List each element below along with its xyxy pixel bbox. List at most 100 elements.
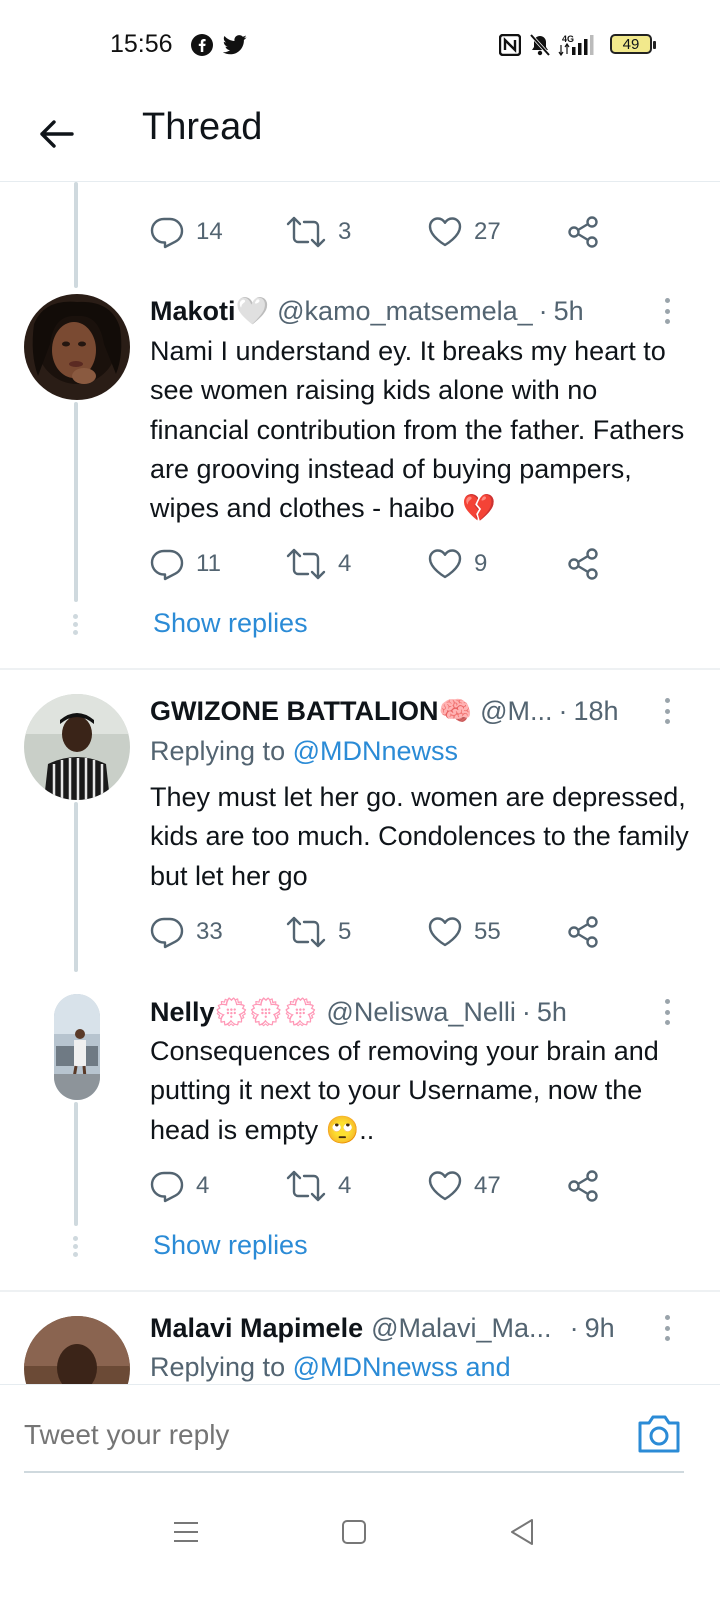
retweet-count: 3 (338, 218, 352, 245)
home-button[interactable] (334, 1512, 374, 1552)
retweet-count: 4 (338, 1172, 352, 1199)
thread-gap-dots (73, 614, 79, 636)
thread-connector (74, 182, 78, 288)
retweet-count: 4 (338, 550, 352, 577)
tweet-text: They must let her go. women are depresse… (150, 782, 689, 891)
reply-input[interactable] (24, 1415, 584, 1455)
tweet-header: Malavi Mapimele @Malavi_Ma... · 9h (150, 1310, 615, 1346)
status-time: 15:56 (110, 30, 173, 58)
separator: · (538, 295, 548, 326)
display-name[interactable]: Nelly (150, 997, 215, 1028)
like-count: 27 (474, 218, 501, 245)
avatar-malavi[interactable] (24, 1316, 130, 1384)
heart-icon (428, 1171, 462, 1201)
separator: · (569, 1312, 579, 1343)
share-button[interactable] (566, 212, 600, 252)
reply-count: 14 (196, 218, 223, 245)
user-handle[interactable]: @Neliswa_Nelli (326, 997, 515, 1028)
reply-icon (150, 217, 184, 249)
mention-link[interactable]: @MDNnewss (293, 736, 458, 766)
like-count: 47 (474, 1172, 501, 1199)
tweet-time: 9h (584, 1312, 615, 1343)
retweet-button[interactable]: 4 (286, 1166, 351, 1206)
retweet-count: 5 (338, 918, 352, 945)
facebook-icon (190, 32, 214, 58)
name-emoji: 🤍 (235, 296, 270, 326)
heart-icon (428, 549, 462, 579)
display-name[interactable]: Makoti (150, 296, 236, 327)
tweet-header: GWIZONE BATTALION 🧠 @M... · 18h (150, 693, 619, 729)
back-button[interactable] (30, 108, 82, 160)
more-options-button[interactable] (656, 296, 678, 326)
avatar-nelly[interactable] (54, 994, 100, 1100)
display-name[interactable]: Malavi Mapimele (150, 1313, 363, 1344)
user-handle[interactable]: @kamo_matsemela_ (277, 296, 533, 327)
camera-button[interactable] (636, 1413, 682, 1457)
mention-link[interactable]: @MDNnewss and (293, 1352, 511, 1382)
reply-button[interactable]: 33 (150, 912, 223, 952)
heart-icon (428, 917, 462, 947)
tweet-actions: 11 4 9 (150, 544, 620, 584)
name-emoji: 💮💮💮 (214, 997, 319, 1027)
like-count: 9 (474, 550, 488, 577)
signal-icon: 4G (558, 32, 598, 58)
nfc-icon (498, 32, 522, 58)
name-emoji: 🧠 (438, 696, 473, 726)
user-handle[interactable]: @M... (480, 696, 552, 727)
tweet-time: 18h (573, 695, 619, 726)
avatar-gwizone[interactable] (24, 694, 130, 800)
input-underline (24, 1471, 684, 1473)
tweet-actions: 14 3 27 (150, 212, 620, 252)
thread-connector (74, 1102, 78, 1226)
more-options-button[interactable] (656, 997, 678, 1027)
avatar-makoti[interactable] (24, 294, 130, 400)
tweet-header: Nelly 💮💮💮 @Neliswa_Nelli · 5h (150, 994, 567, 1030)
menu-lines-icon (174, 1522, 198, 1542)
back-nav-button[interactable] (502, 1512, 542, 1552)
recent-apps-button[interactable] (166, 1512, 206, 1552)
show-replies-link[interactable]: Show replies (153, 608, 308, 639)
retweet-icon (286, 1170, 326, 1202)
display-name[interactable]: GWIZONE BATTALION (150, 696, 438, 727)
tweet-text: Nami I understand ey. It breaks my heart… (150, 336, 685, 524)
share-icon (568, 916, 598, 948)
thread-connector (74, 802, 78, 972)
camera-icon (638, 1415, 680, 1453)
replying-to: Replying to @MDNnewss and (150, 1352, 511, 1383)
more-options-button[interactable] (656, 696, 678, 726)
show-replies-link[interactable]: Show replies (153, 1230, 308, 1261)
retweet-button[interactable]: 5 (286, 912, 351, 952)
retweet-icon (286, 548, 326, 580)
reply-button[interactable]: 14 (150, 212, 223, 252)
more-options-button[interactable] (656, 1313, 678, 1343)
share-icon (568, 1170, 598, 1202)
reply-count: 33 (196, 918, 223, 945)
reply-count: 11 (196, 550, 221, 577)
retweet-icon (286, 916, 326, 948)
thread-feed[interactable]: 14 3 27 Makoti 🤍 @kamo_matsemela_ · 5h N… (0, 182, 720, 1384)
tweet-time: 5h (553, 295, 584, 326)
system-nav-bar (0, 1484, 720, 1600)
page-title: Thread (142, 106, 263, 148)
retweet-button[interactable]: 3 (286, 212, 351, 252)
user-handle[interactable]: @Malavi_Ma... (371, 1313, 551, 1344)
separator: · (558, 695, 568, 726)
like-button[interactable]: 47 (428, 1166, 501, 1206)
reply-icon (150, 1171, 184, 1203)
share-button[interactable] (566, 1166, 600, 1206)
share-button[interactable] (566, 544, 600, 584)
reply-button[interactable]: 11 (150, 544, 221, 584)
twitter-icon (222, 32, 248, 58)
top-app-bar: Thread (0, 90, 720, 182)
heart-icon (428, 217, 462, 247)
share-icon (568, 216, 598, 248)
reply-composer (0, 1384, 720, 1484)
like-button[interactable]: 27 (428, 212, 501, 252)
like-button[interactable]: 9 (428, 544, 487, 584)
retweet-button[interactable]: 4 (286, 544, 351, 584)
replying-prefix: Replying to (150, 1352, 286, 1382)
reply-button[interactable]: 4 (150, 1166, 209, 1206)
back-arrow-icon (40, 120, 74, 148)
share-button[interactable] (566, 912, 600, 952)
like-button[interactable]: 55 (428, 912, 501, 952)
